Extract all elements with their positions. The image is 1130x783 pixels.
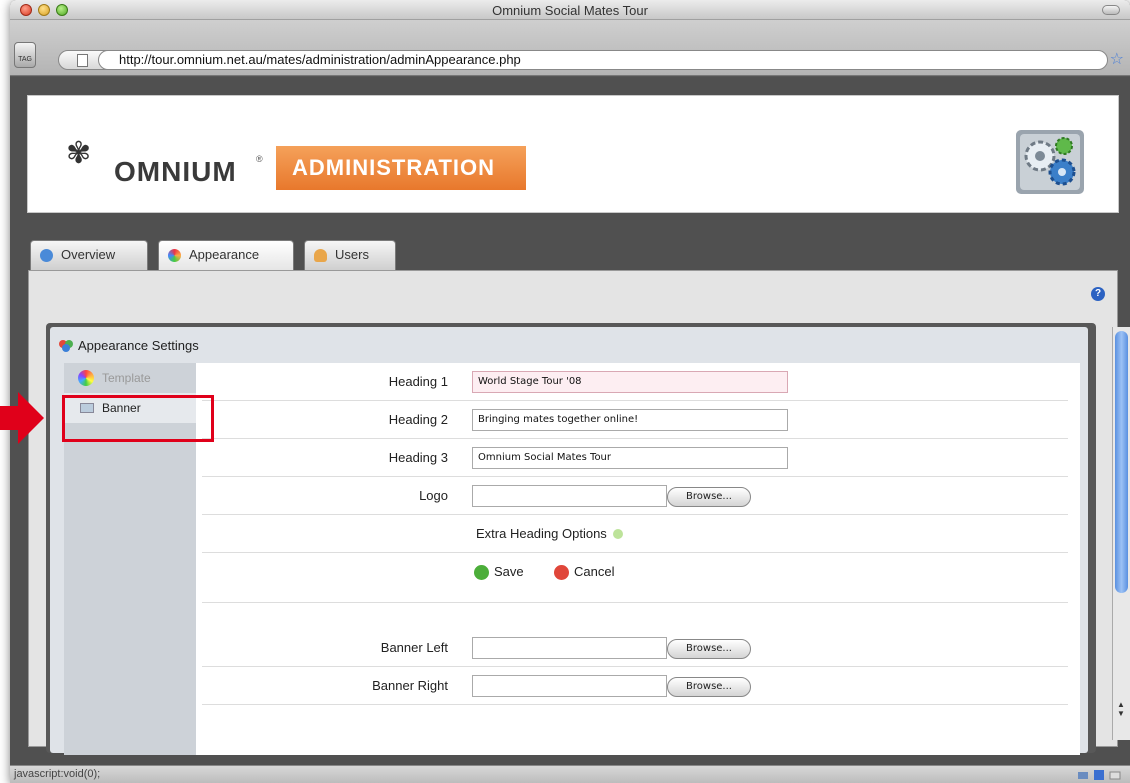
omnium-logo-icon: ✾ bbox=[66, 137, 92, 170]
cancel-button[interactable]: Cancel bbox=[554, 564, 615, 580]
side-nav-banner-label: Banner bbox=[102, 401, 141, 415]
status-bar: javascript:void(0); bbox=[10, 765, 1130, 783]
administration-banner: ADMINISTRATION bbox=[276, 146, 526, 190]
logo-row: Logo Browse... bbox=[202, 477, 1068, 515]
heading2-input[interactable]: Bringing mates together online! bbox=[472, 409, 788, 431]
page-content: ✾ OMNIUM ® ADMINISTRATION Overview Appea… bbox=[10, 77, 1130, 765]
user-icon bbox=[314, 249, 327, 262]
page-scrollbar[interactable]: ▲ ▼ bbox=[1112, 327, 1130, 740]
heading2-row: Heading 2 Bringing mates together online… bbox=[202, 401, 1068, 439]
window-title: Omnium Social Mates Tour bbox=[492, 3, 648, 18]
browser-toolbar: TAG http://tour.omnium.net.au/mates/admi… bbox=[10, 20, 1130, 76]
side-nav-banner[interactable]: Banner bbox=[64, 393, 196, 423]
info-icon bbox=[40, 249, 53, 262]
logo-label: Logo bbox=[419, 488, 448, 503]
banner-icon bbox=[80, 403, 94, 413]
banner-right-browse-button[interactable]: Browse... bbox=[667, 677, 751, 697]
extra-options-row: Extra Heading Options bbox=[202, 515, 1068, 553]
color-wheel-icon bbox=[78, 370, 94, 386]
banner-settings-form: Heading 1 World Stage Tour '08 Heading 2… bbox=[196, 363, 1080, 755]
logo-file-field[interactable] bbox=[472, 485, 667, 507]
banner-left-row: Banner Left Browse... bbox=[202, 629, 1068, 667]
tag-button[interactable]: TAG bbox=[14, 42, 36, 68]
banner-left-file-field[interactable] bbox=[472, 637, 667, 659]
settings-title: Appearance Settings bbox=[78, 338, 199, 353]
scroll-thumb[interactable] bbox=[1115, 331, 1128, 593]
extra-heading-options-link[interactable]: Extra Heading Options bbox=[476, 526, 623, 541]
tab-appearance-label: Appearance bbox=[189, 247, 260, 262]
help-icon[interactable]: ? bbox=[1091, 287, 1105, 301]
heading1-row: Heading 1 World Stage Tour '08 bbox=[202, 363, 1068, 401]
tab-users-label: Users bbox=[335, 247, 369, 262]
status-icons bbox=[1078, 770, 1121, 780]
tab-panel: ? Appearance Settings Template Banner He… bbox=[28, 270, 1118, 755]
tab-users[interactable]: Users bbox=[304, 240, 396, 270]
banner-right-row: Banner Right Browse... bbox=[202, 667, 1068, 705]
gears-icon bbox=[1016, 130, 1084, 194]
page-icon bbox=[77, 54, 88, 67]
heading2-label: Heading 2 bbox=[388, 412, 448, 427]
address-bar[interactable]: http://tour.omnium.net.au/mates/administ… bbox=[98, 50, 1108, 70]
save-label: Save bbox=[494, 564, 524, 579]
tab-overview-label: Overview bbox=[61, 247, 116, 262]
logo-browse-button[interactable]: Browse... bbox=[667, 487, 751, 507]
site-header: ✾ OMNIUM ® ADMINISTRATION bbox=[27, 95, 1119, 213]
browser-window: Omnium Social Mates Tour TAG http://tour… bbox=[10, 0, 1130, 783]
brand-logo: OMNIUM bbox=[114, 156, 237, 187]
heading1-label: Heading 1 bbox=[388, 374, 448, 389]
side-nav-template[interactable]: Template bbox=[64, 363, 196, 393]
heading3-row: Heading 3 Omnium Social Mates Tour bbox=[202, 439, 1068, 477]
extra-heading-options-label: Extra Heading Options bbox=[476, 526, 607, 541]
appearance-settings-box: Appearance Settings Template Banner Head… bbox=[50, 327, 1088, 755]
save-button[interactable]: Save bbox=[474, 564, 524, 580]
tab-overview[interactable]: Overview bbox=[30, 240, 148, 270]
palette-icon bbox=[59, 340, 73, 352]
banner-right-file-field[interactable] bbox=[472, 675, 667, 697]
banner-left-browse-button[interactable]: Browse... bbox=[667, 639, 751, 659]
status-text: javascript:void(0); bbox=[14, 768, 101, 780]
settings-side-nav: Template Banner bbox=[64, 363, 196, 755]
scroll-arrows[interactable]: ▲ ▼ bbox=[1117, 700, 1125, 718]
cancel-label: Cancel bbox=[574, 564, 615, 579]
heading1-input[interactable]: World Stage Tour '08 bbox=[472, 371, 788, 393]
appearance-settings-frame: Appearance Settings Template Banner Head… bbox=[46, 323, 1096, 755]
bookmark-star-icon[interactable]: ☆ bbox=[1110, 50, 1124, 70]
palette-icon bbox=[168, 249, 181, 262]
minus-icon bbox=[554, 565, 569, 580]
check-icon bbox=[474, 565, 489, 580]
tab-appearance[interactable]: Appearance bbox=[158, 240, 294, 272]
expand-icon bbox=[612, 529, 623, 539]
actions-row: Save Cancel bbox=[202, 553, 1068, 603]
heading3-input[interactable]: Omnium Social Mates Tour bbox=[472, 447, 788, 469]
title-bar: Omnium Social Mates Tour bbox=[10, 0, 1130, 20]
banner-right-label: Banner Right bbox=[372, 678, 448, 693]
banner-left-label: Banner Left bbox=[380, 640, 448, 655]
side-nav-template-label: Template bbox=[102, 371, 151, 385]
toolbar-toggle-button[interactable] bbox=[1102, 5, 1120, 15]
registered-mark: ® bbox=[256, 154, 263, 164]
heading3-label: Heading 3 bbox=[388, 450, 448, 465]
